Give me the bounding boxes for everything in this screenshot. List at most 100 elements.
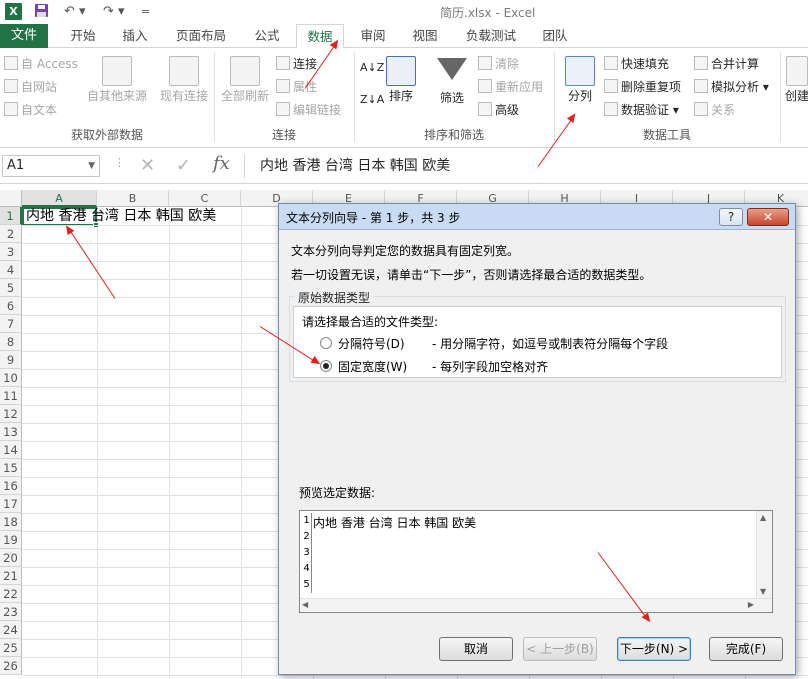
cancel-button[interactable]: 取消	[439, 637, 513, 661]
row-header[interactable]: 11	[0, 387, 22, 405]
formula-bar: A1 ▼ ⋮ ✕ ✓ fx 内地 香港 台湾 日本 韩国 欧美	[0, 150, 808, 184]
preview-label: 预览选定数据:	[299, 486, 376, 500]
scroll-right-icon[interactable]: ▶	[748, 600, 754, 609]
undo-button[interactable]: ↶ ▾	[64, 3, 86, 21]
from-text-button[interactable]: 自文本	[4, 102, 57, 118]
tab-page-layout[interactable]: 页面布局	[168, 24, 234, 48]
preview-horizontal-scrollbar[interactable]: ◀ ▶	[300, 598, 772, 612]
sort-descending-icon[interactable]: Z↓A	[360, 92, 384, 108]
relationships-icon	[694, 102, 708, 116]
ribbon-tabs: 文件 开始 插入 页面布局 公式 数据 审阅 视图 负载测试 团队	[0, 24, 808, 49]
filter-button[interactable]: 筛选	[434, 56, 470, 106]
tab-insert[interactable]: 插入	[112, 24, 158, 48]
row-header[interactable]: 25	[0, 639, 22, 657]
reapply-button[interactable]: 重新应用	[478, 79, 543, 95]
refresh-all-button[interactable]: 全部刷新	[218, 56, 272, 104]
row-header[interactable]: 20	[0, 549, 22, 567]
column-header-b[interactable]: B	[97, 190, 169, 207]
insert-function-icon[interactable]: fx	[213, 153, 230, 174]
row-header[interactable]: 6	[0, 297, 22, 315]
existing-connections-button[interactable]: 现有连接	[156, 56, 212, 104]
data-preview-box[interactable]: 1 2 3 4 5 内地 香港 台湾 日本 韩国 欧美 ▲ ▼ ◀ ▶	[299, 510, 773, 613]
dialog-title-bar[interactable]: 文本分列向导 - 第 1 步，共 3 步 ? ✕	[279, 204, 795, 230]
tab-formulas[interactable]: 公式	[244, 24, 290, 48]
scroll-down-icon[interactable]: ▼	[760, 587, 766, 596]
row-header[interactable]: 10	[0, 369, 22, 387]
redo-button[interactable]: ↷ ▾	[103, 3, 125, 21]
advanced-filter-button[interactable]: 高级	[478, 102, 519, 118]
edit-links-button[interactable]: 编辑链接	[276, 102, 341, 118]
sort-ascending-icon[interactable]: A↓Z	[360, 60, 384, 76]
row-header[interactable]: 4	[0, 261, 22, 279]
save-icon[interactable]	[34, 3, 50, 21]
row-header[interactable]: 23	[0, 603, 22, 621]
enter-icon[interactable]: ✓	[176, 155, 191, 176]
from-access-button[interactable]: 自 Access	[4, 56, 78, 72]
from-text-label: 自文本	[21, 103, 58, 117]
from-web-button[interactable]: 自网站	[4, 79, 57, 95]
cancel-icon[interactable]: ✕	[140, 155, 155, 176]
tab-view[interactable]: 视图	[402, 24, 448, 48]
scroll-up-icon[interactable]: ▲	[760, 513, 766, 522]
sort-button[interactable]: 排序	[384, 56, 418, 104]
row-header[interactable]: 21	[0, 567, 22, 585]
tab-load-test[interactable]: 负载测试	[458, 24, 524, 48]
row-header[interactable]: 9	[0, 351, 22, 369]
clear-filter-button[interactable]: 清除	[478, 56, 519, 72]
row-header[interactable]: 13	[0, 423, 22, 441]
delimited-radio[interactable]	[320, 337, 332, 349]
edit-links-icon	[276, 102, 290, 116]
row-header[interactable]: 15	[0, 459, 22, 477]
row-header[interactable]: 14	[0, 441, 22, 459]
fixed-width-label[interactable]: 固定宽度(W)	[338, 358, 407, 375]
from-access-label: 自 Access	[21, 57, 78, 71]
tab-file[interactable]: 文件	[0, 24, 48, 48]
select-all-corner[interactable]	[0, 190, 22, 207]
row-header[interactable]: 18	[0, 513, 22, 531]
remove-duplicates-button[interactable]: 删除重复项	[604, 79, 681, 95]
row-header[interactable]: 7	[0, 315, 22, 333]
row-header[interactable]: 3	[0, 243, 22, 261]
data-validation-button[interactable]: 数据验证 ▾	[604, 102, 679, 118]
connections-button[interactable]: 连接	[276, 56, 317, 72]
scroll-left-icon[interactable]: ◀	[302, 600, 308, 609]
formula-input[interactable]: 内地 香港 台湾 日本 韩国 欧美	[250, 155, 806, 177]
tab-review[interactable]: 审阅	[350, 24, 396, 48]
clear-label: 清除	[495, 57, 520, 71]
delimited-label[interactable]: 分隔符号(D)	[338, 335, 405, 352]
row-header[interactable]: 12	[0, 405, 22, 423]
from-other-sources-button[interactable]: 自其他来源	[84, 56, 150, 104]
row-header[interactable]: 19	[0, 531, 22, 549]
row-header[interactable]: 26	[0, 657, 22, 675]
relationships-button[interactable]: 关系	[694, 102, 735, 118]
consolidate-button[interactable]: 合并计算	[694, 56, 759, 72]
column-header-c[interactable]: C	[169, 190, 241, 207]
column-header-a[interactable]: A	[22, 190, 97, 207]
flash-fill-button[interactable]: 快速填充	[604, 56, 669, 72]
customize-quick-access-icon[interactable]: =	[141, 3, 150, 21]
fixed-width-radio[interactable]	[320, 360, 332, 372]
row-header[interactable]: 16	[0, 477, 22, 495]
tab-team[interactable]: 团队	[532, 24, 578, 48]
tab-home[interactable]: 开始	[60, 24, 106, 48]
row-header[interactable]: 22	[0, 585, 22, 603]
text-to-columns-button[interactable]: 分列	[560, 56, 600, 104]
what-if-analysis-button[interactable]: 模拟分析 ▾	[694, 79, 769, 95]
row-header[interactable]: 8	[0, 333, 22, 351]
name-box[interactable]: A1 ▼	[2, 155, 100, 177]
preview-vertical-scrollbar[interactable]: ▲ ▼	[756, 511, 772, 598]
chevron-down-icon[interactable]: ▼	[88, 156, 95, 176]
back-button[interactable]: < 上一步(B)	[523, 637, 597, 661]
row-header[interactable]: 1	[0, 207, 22, 225]
create-group-button[interactable]: 创建	[784, 56, 808, 104]
row-header[interactable]: 24	[0, 621, 22, 639]
row-header[interactable]: 5	[0, 279, 22, 297]
next-button[interactable]: 下一步(N) >	[617, 637, 691, 661]
row-header[interactable]: 2	[0, 225, 22, 243]
row-header[interactable]: 17	[0, 495, 22, 513]
close-button[interactable]: ✕	[747, 208, 789, 226]
help-button[interactable]: ?	[719, 208, 743, 226]
finish-button[interactable]: 完成(F)	[709, 637, 783, 661]
properties-button[interactable]: 属性	[276, 79, 317, 95]
relationships-label: 关系	[711, 103, 736, 117]
